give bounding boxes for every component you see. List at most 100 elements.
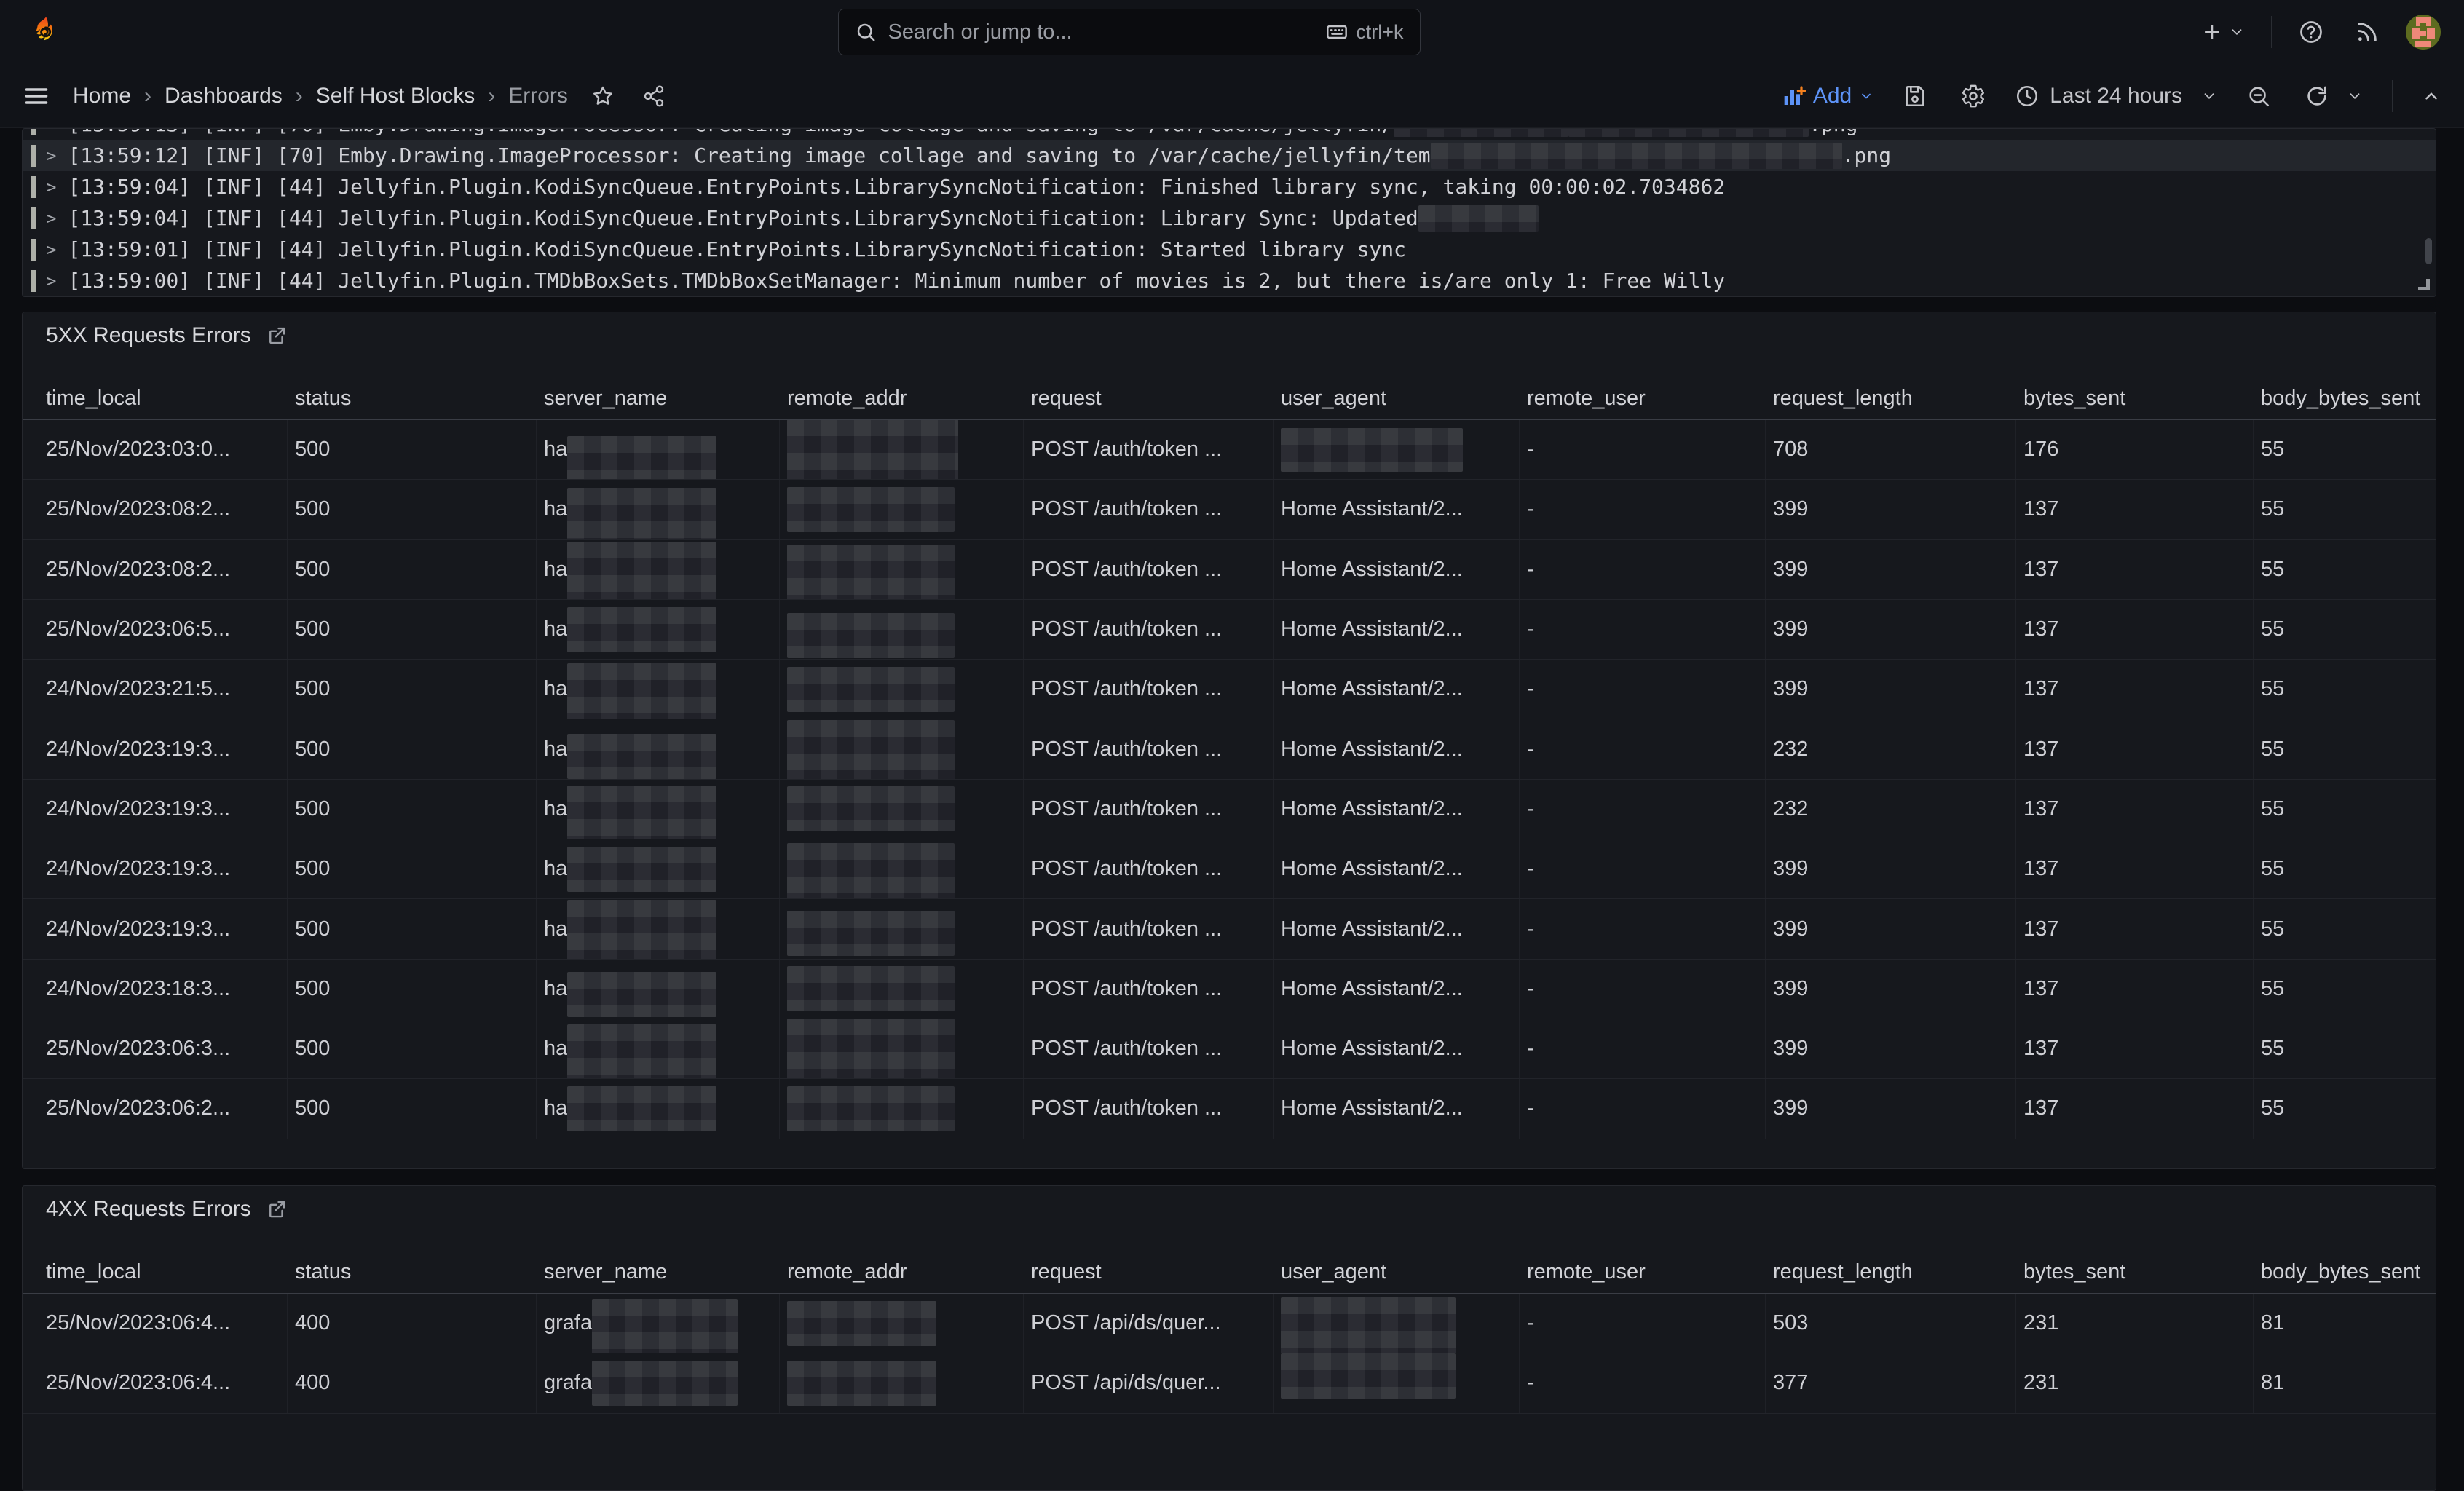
external-link-icon[interactable] <box>266 1198 288 1220</box>
share-icon[interactable] <box>638 80 670 112</box>
breadcrumb-item-home[interactable]: Home <box>73 84 131 108</box>
cell-server_name: ha <box>537 839 780 898</box>
column-header-remote_addr[interactable]: remote_addr <box>780 387 1024 411</box>
cell-remote_user: - <box>1520 600 1766 659</box>
log-expand-chevron-icon[interactable]: > <box>46 128 56 135</box>
save-dashboard-icon[interactable] <box>1898 79 1932 113</box>
breadcrumb-item-errors[interactable]: Errors <box>508 84 568 108</box>
cell-bytes_sent: 137 <box>2016 1019 2254 1078</box>
panel-corner-handle[interactable] <box>2418 279 2430 290</box>
redacted-region <box>787 613 955 658</box>
column-header-server_name[interactable]: server_name <box>537 387 780 411</box>
cell-request_length: 708 <box>1766 420 2016 479</box>
column-header-user_agent[interactable]: user_agent <box>1274 1260 1520 1284</box>
table-row[interactable]: 25/Nov/2023:03:0...500haPOST /auth/token… <box>23 420 2436 480</box>
cell-remote_addr <box>780 420 1024 479</box>
search-input[interactable]: Search or jump to... ctrl+k <box>838 9 1421 55</box>
column-header-remote_user[interactable]: remote_user <box>1520 1260 1766 1284</box>
log-line[interactable]: > [13:59:00] [INF] [44] Jellyfin.Plugin.T… <box>23 265 2436 296</box>
redacted-region <box>787 1361 936 1406</box>
column-header-body_bytes_sent[interactable]: body_bytes_sent <box>2254 387 2436 411</box>
breadcrumb-item-self-host-blocks[interactable]: Self Host Blocks <box>316 84 475 108</box>
table-row[interactable]: 25/Nov/2023:06:4...400grafaPOST /api/ds/… <box>23 1294 2436 1353</box>
new-plus-button[interactable] <box>2197 17 2249 47</box>
add-button[interactable]: Add <box>1782 84 1873 108</box>
zoom-out-icon[interactable] <box>2242 79 2275 113</box>
column-header-request[interactable]: request <box>1024 1260 1274 1284</box>
dashboard-settings-gear-icon[interactable] <box>1956 79 1990 113</box>
cell-remote_user: - <box>1520 1019 1766 1078</box>
table-row[interactable]: 25/Nov/2023:08:2...500haPOST /auth/token… <box>23 540 2436 600</box>
log-message: [13:59:00] [INF] [44] Jellyfin.Plugin.TM… <box>68 269 1725 293</box>
cell-server_name: ha <box>537 899 780 958</box>
table-row[interactable]: 25/Nov/2023:06:2...500haPOST /auth/token… <box>23 1079 2436 1139</box>
cell-status: 500 <box>288 899 537 958</box>
log-line[interactable]: >[13:59:04] [INF] [44] Jellyfin.Plugin.K… <box>23 202 2436 234</box>
table-row[interactable]: 25/Nov/2023:06:5...500haPOST /auth/token… <box>23 600 2436 660</box>
external-link-icon[interactable] <box>266 325 288 347</box>
log-expand-chevron-icon[interactable]: > <box>46 146 56 166</box>
user-avatar[interactable] <box>2406 15 2441 50</box>
refresh-interval-chevron-icon[interactable] <box>2342 84 2367 108</box>
cell-remote_addr <box>780 540 1024 599</box>
log-line[interactable]: >[13:59:13] [INF] [70] Emby.Drawing.Imag… <box>23 128 2436 140</box>
log-line[interactable]: >[13:59:01] [INF] [44] Jellyfin.Plugin.K… <box>23 234 2436 265</box>
help-icon[interactable] <box>2294 15 2329 50</box>
column-header-remote_addr[interactable]: remote_addr <box>780 1260 1024 1284</box>
column-header-request_length[interactable]: request_length <box>1766 1260 2016 1284</box>
column-header-remote_user[interactable]: remote_user <box>1520 387 1766 411</box>
cell-status: 500 <box>288 780 537 839</box>
log-expand-chevron-icon[interactable]: > <box>46 208 56 229</box>
cell-time_local: 24/Nov/2023:19:3... <box>23 719 288 778</box>
table-row[interactable]: 24/Nov/2023:19:3...500haPOST /auth/token… <box>23 719 2436 779</box>
cell-request: POST /auth/token ... <box>1024 719 1274 778</box>
log-expand-chevron-icon[interactable]: > <box>46 177 56 197</box>
column-header-time_local[interactable]: time_local <box>23 387 288 411</box>
table-row[interactable]: 24/Nov/2023:19:3...500haPOST /auth/token… <box>23 839 2436 899</box>
log-level-indicator <box>31 270 36 292</box>
table-row[interactable]: 25/Nov/2023:06:3...500haPOST /auth/token… <box>23 1019 2436 1079</box>
cell-time_local: 25/Nov/2023:06:2... <box>23 1079 288 1138</box>
column-header-time_local[interactable]: time_local <box>23 1260 288 1284</box>
menu-hamburger-icon[interactable] <box>19 79 54 114</box>
table-row[interactable]: 24/Nov/2023:19:3...500haPOST /auth/token… <box>23 899 2436 959</box>
redacted-region <box>567 436 716 480</box>
table-row[interactable]: 24/Nov/2023:18:3...500haPOST /auth/token… <box>23 960 2436 1019</box>
column-header-body_bytes_sent[interactable]: body_bytes_sent <box>2254 1260 2436 1284</box>
log-expand-chevron-icon[interactable]: > <box>46 271 56 291</box>
column-header-status[interactable]: status <box>288 387 537 411</box>
cell-body_bytes_sent: 55 <box>2254 1019 2436 1078</box>
table-row[interactable]: 25/Nov/2023:08:2...500haPOST /auth/token… <box>23 480 2436 539</box>
column-header-bytes_sent[interactable]: bytes_sent <box>2016 387 2254 411</box>
cell-remote_user: - <box>1520 540 1766 599</box>
column-header-server_name[interactable]: server_name <box>537 1260 780 1284</box>
log-expand-chevron-icon[interactable]: > <box>46 240 56 260</box>
cell-remote_user: - <box>1520 780 1766 839</box>
log-scrollbar-thumb[interactable] <box>2425 238 2432 264</box>
column-header-user_agent[interactable]: user_agent <box>1274 387 1520 411</box>
grafana-logo[interactable] <box>29 16 61 48</box>
cell-request: POST /auth/token ... <box>1024 480 1274 539</box>
table-row[interactable]: 24/Nov/2023:21:5...500haPOST /auth/token… <box>23 660 2436 719</box>
log-line[interactable]: >[13:59:12] [INF] [70] Emby.Drawing.Imag… <box>23 140 2436 171</box>
redacted-region <box>1431 143 1842 169</box>
favorite-star-icon[interactable] <box>587 80 619 112</box>
table-row[interactable]: 25/Nov/2023:06:4...400grafaPOST /api/ds/… <box>23 1353 2436 1413</box>
column-header-request_length[interactable]: request_length <box>1766 387 2016 411</box>
column-header-request[interactable]: request <box>1024 387 1274 411</box>
table-row[interactable]: 24/Nov/2023:19:3...500haPOST /auth/token… <box>23 780 2436 839</box>
collapse-chevron-up-icon[interactable] <box>2417 82 2445 110</box>
time-range-picker[interactable]: Last 24 hours <box>2015 84 2217 108</box>
column-header-bytes_sent[interactable]: bytes_sent <box>2016 1260 2254 1284</box>
cell-request: POST /auth/token ... <box>1024 780 1274 839</box>
cell-remote_user: - <box>1520 420 1766 479</box>
column-header-status[interactable]: status <box>288 1260 537 1284</box>
breadcrumb-item-dashboards[interactable]: Dashboards <box>165 84 283 108</box>
nav-actions: Add Last 24 hours <box>1782 79 2445 113</box>
news-rss-icon[interactable] <box>2350 15 2384 49</box>
cell-request: POST /auth/token ... <box>1024 839 1274 898</box>
cell-bytes_sent: 231 <box>2016 1353 2254 1412</box>
log-line[interactable]: >[13:59:04] [INF] [44] Jellyfin.Plugin.K… <box>23 171 2436 202</box>
cell-remote_addr <box>780 960 1024 1019</box>
refresh-icon[interactable] <box>2300 79 2334 113</box>
